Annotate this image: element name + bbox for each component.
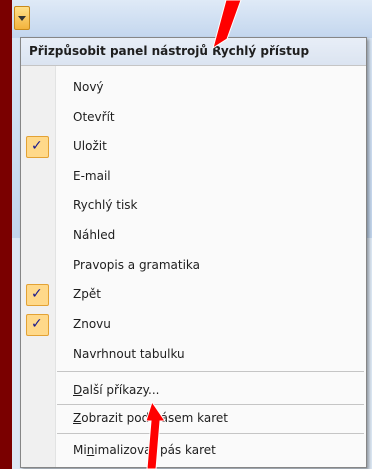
callout-arrow-bottom xyxy=(145,400,166,469)
callout-arrows xyxy=(145,0,242,469)
callout-arrow-top xyxy=(212,0,242,50)
